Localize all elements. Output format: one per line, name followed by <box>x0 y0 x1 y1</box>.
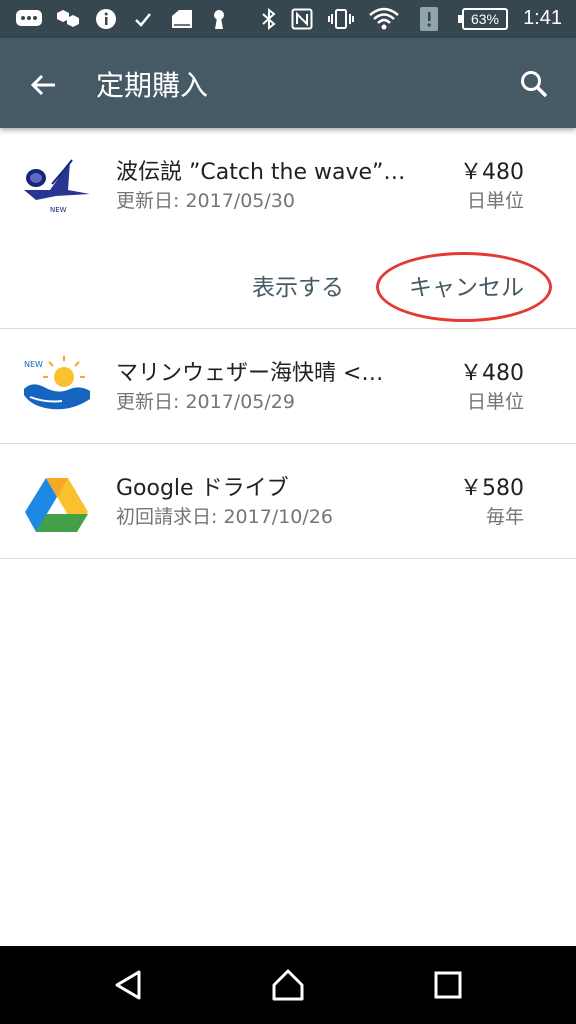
svg-text:NEW: NEW <box>24 360 43 369</box>
keyhole-icon <box>208 8 230 30</box>
nav-recents-icon[interactable] <box>426 963 470 1007</box>
google-drive-icon <box>22 470 92 532</box>
hexagons-icon <box>54 8 82 30</box>
page-title: 定期購入 <box>96 69 209 102</box>
subscription-price: ￥480 <box>460 361 524 386</box>
nav-home-icon[interactable] <box>266 963 310 1007</box>
subscription-date: 更新日: 2017/05/29 <box>116 391 295 413</box>
info-icon <box>94 8 118 30</box>
battery-indicator: 63% <box>458 8 508 30</box>
app-bar: 定期購入 <box>0 38 576 128</box>
subscription-period: 日単位 <box>466 391 524 413</box>
subscription-price: ￥580 <box>460 476 524 501</box>
status-bar: 63% 1:41 <box>0 0 576 38</box>
check-icon <box>132 8 154 30</box>
wave-app-icon: NEW <box>22 154 92 216</box>
arrow-back-icon[interactable] <box>22 63 66 107</box>
subscription-date: 更新日: 2017/05/30 <box>116 190 295 212</box>
bluetooth-icon <box>258 8 280 30</box>
subscription-period: 日単位 <box>466 190 524 212</box>
subscription-name: Google ドライブ <box>116 476 289 501</box>
sd-card-icon <box>168 8 196 30</box>
subscription-item-wave[interactable]: NEW 波伝説 ”Catch the wave”… 更新日: 2017/05/3… <box>0 128 576 329</box>
search-icon[interactable] <box>512 62 556 106</box>
subscription-date: 初回請求日: 2017/10/26 <box>116 506 333 528</box>
subscription-name: 波伝説 ”Catch the wave”… <box>116 160 406 185</box>
marine-weather-icon: NEW <box>22 355 92 417</box>
wifi-icon <box>368 7 400 30</box>
alert-icon <box>418 7 440 31</box>
clock: 1:41 <box>523 7 562 29</box>
nfc-icon <box>290 8 314 30</box>
message-icon <box>14 8 44 30</box>
show-button[interactable]: 表示する <box>252 268 344 302</box>
screen: 63% 1:41 定期購入 NEW 波伝説 ”Catch the wave”… … <box>0 0 576 1024</box>
svg-text:NEW: NEW <box>50 206 67 214</box>
subscription-period: 毎年 <box>485 506 524 528</box>
subscription-actions: 表示する キャンセル <box>0 252 576 322</box>
subscription-list: NEW 波伝説 ”Catch the wave”… 更新日: 2017/05/3… <box>0 128 576 559</box>
subscription-price: ￥480 <box>460 160 524 185</box>
navigation-bar <box>0 946 576 1024</box>
subscription-item-google-drive[interactable]: Google ドライブ 初回請求日: 2017/10/26 ￥580 毎年 <box>0 444 576 559</box>
nav-back-icon[interactable] <box>106 963 150 1007</box>
subscription-item-marine[interactable]: NEW マリンウェザー海快晴 <… 更新日: 2017/05/29 ￥480 日… <box>0 329 576 444</box>
subscription-name: マリンウェザー海快晴 <… <box>116 361 384 386</box>
cancel-button[interactable]: キャンセル <box>409 268 524 302</box>
vibrate-icon <box>326 8 356 30</box>
